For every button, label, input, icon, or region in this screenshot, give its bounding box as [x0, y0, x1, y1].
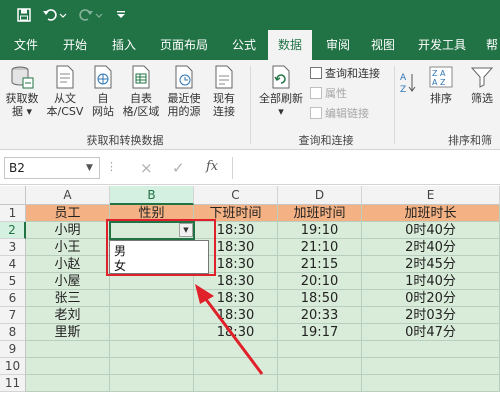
- annotation-arrow-icon: [195, 284, 264, 375]
- tab-data[interactable]: 数据: [268, 30, 312, 60]
- tab-home[interactable]: 开始: [52, 30, 98, 60]
- from-table-label-2: 格/区域: [122, 105, 160, 118]
- edit-links-icon: [310, 107, 322, 119]
- name-box-dropdown-icon[interactable]: ▼: [86, 157, 93, 179]
- redo-icon[interactable]: [76, 5, 106, 25]
- undo-icon[interactable]: [40, 5, 70, 25]
- properties-icon: [310, 87, 322, 99]
- formula-bar-splitter[interactable]: ⋮: [106, 160, 117, 173]
- tab-developer[interactable]: 开发工具: [408, 30, 476, 60]
- sort-icon: Z AA Z: [429, 66, 453, 88]
- sort-label: 排序: [430, 92, 452, 105]
- from-text-label-2: 本/CSV: [46, 105, 84, 118]
- svg-text:A: A: [400, 73, 407, 83]
- refresh-label-1: 全部刷新: [259, 92, 303, 105]
- queries-label: 查询和连接: [325, 67, 380, 80]
- excel-window: 文件 开始 插入 页面布局 公式 数据 审阅 视图 开发工具 帮 获取数 据 ▾…: [0, 0, 500, 400]
- from-text-csv-button[interactable]: 从文 本/CSV: [44, 64, 86, 118]
- from-web-label-1: 自: [97, 92, 109, 105]
- existing-connections-icon: [215, 65, 233, 89]
- tab-help[interactable]: 帮: [480, 30, 500, 60]
- recent-sources-button[interactable]: 最近使 用的源: [164, 64, 204, 118]
- refresh-all-button[interactable]: 全部刷新 ▾: [256, 64, 306, 118]
- ribbon-tabs: 文件 开始 插入 页面布局 公式 数据 审阅 视图 开发工具 帮: [0, 30, 500, 60]
- recent-label-2: 用的源: [167, 105, 201, 118]
- get-data-label-1: 获取数: [5, 92, 39, 105]
- from-table-range-button[interactable]: 自表 格/区域: [120, 64, 162, 118]
- sort-button[interactable]: Z AA Z 排序: [424, 64, 458, 105]
- tab-view[interactable]: 视图: [362, 30, 404, 60]
- formula-bar: B2 ▼ ⋮ × ✓ fx: [0, 151, 500, 185]
- properties-label: 属性: [325, 87, 347, 100]
- sort-az-button[interactable]: AZ: [398, 70, 418, 103]
- web-icon: [94, 65, 112, 89]
- filter-icon: [470, 67, 494, 88]
- queries-connections-button[interactable]: 查询和连接: [310, 66, 380, 82]
- group-label-get-transform: 获取和转换数据: [86, 134, 164, 147]
- svg-text:Z A: Z A: [432, 69, 446, 78]
- filter-button[interactable]: 筛选: [464, 64, 500, 105]
- text-file-icon: [56, 65, 74, 89]
- quick-access-toolbar: [0, 0, 500, 30]
- ribbon-data: 获取数 据 ▾ 从文 本/CSV 自 网站 自表 格/区域 最近使 用的源 现有…: [0, 60, 500, 150]
- group-separator: [250, 66, 251, 144]
- sort-az-icon: AZ: [400, 73, 416, 95]
- filter-label: 筛选: [471, 92, 493, 105]
- existing-connections-button[interactable]: 现有 连接: [206, 64, 242, 118]
- existing-label-2: 连接: [213, 105, 235, 118]
- svg-text:Z: Z: [400, 85, 406, 95]
- group-separator: [394, 66, 395, 144]
- refresh-label-2: ▾: [278, 105, 284, 118]
- formula-input[interactable]: [232, 157, 500, 179]
- recent-sources-icon: [175, 65, 193, 89]
- customize-icon[interactable]: [114, 5, 128, 25]
- queries-icon: [310, 67, 322, 79]
- recent-label-1: 最近使: [167, 92, 201, 105]
- svg-text:A Z: A Z: [432, 78, 446, 87]
- tab-review[interactable]: 审阅: [316, 30, 360, 60]
- table-icon: [132, 65, 150, 89]
- existing-label-1: 现有: [213, 92, 235, 105]
- refresh-icon: [272, 65, 290, 89]
- save-icon[interactable]: [14, 5, 34, 25]
- get-data-button[interactable]: 获取数 据 ▾: [2, 64, 42, 118]
- arrow-shaft: [200, 293, 264, 375]
- enter-icon[interactable]: ✓: [172, 158, 185, 178]
- tab-formulas[interactable]: 公式: [222, 30, 266, 60]
- from-web-button[interactable]: 自 网站: [88, 64, 118, 118]
- worksheet-grid: ABCDE 1 2 3 4 5 6 7 8 9 10 11 员工 性别 下班时间 加班时间 加班时长 小明 18…: [0, 186, 500, 400]
- edit-links-button[interactable]: 编辑链接: [310, 106, 369, 122]
- edit-links-label: 编辑链接: [325, 107, 369, 120]
- tab-insert[interactable]: 插入: [102, 30, 146, 60]
- from-table-label-1: 自表: [130, 92, 152, 105]
- from-text-label-1: 从文: [54, 92, 76, 105]
- properties-button[interactable]: 属性: [310, 86, 347, 102]
- tab-page-layout[interactable]: 页面布局: [150, 30, 218, 60]
- tab-file[interactable]: 文件: [4, 30, 48, 60]
- database-icon: [11, 66, 34, 89]
- get-data-label-2: 据 ▾: [11, 105, 33, 118]
- insert-function-icon[interactable]: fx: [206, 157, 218, 177]
- from-web-label-2: 网站: [92, 105, 114, 118]
- group-label-sort-filter: 排序和筛: [448, 134, 492, 147]
- group-label-queries: 查询和连接: [298, 134, 354, 147]
- arrow-head: [195, 284, 214, 304]
- cancel-icon[interactable]: ×: [140, 158, 153, 178]
